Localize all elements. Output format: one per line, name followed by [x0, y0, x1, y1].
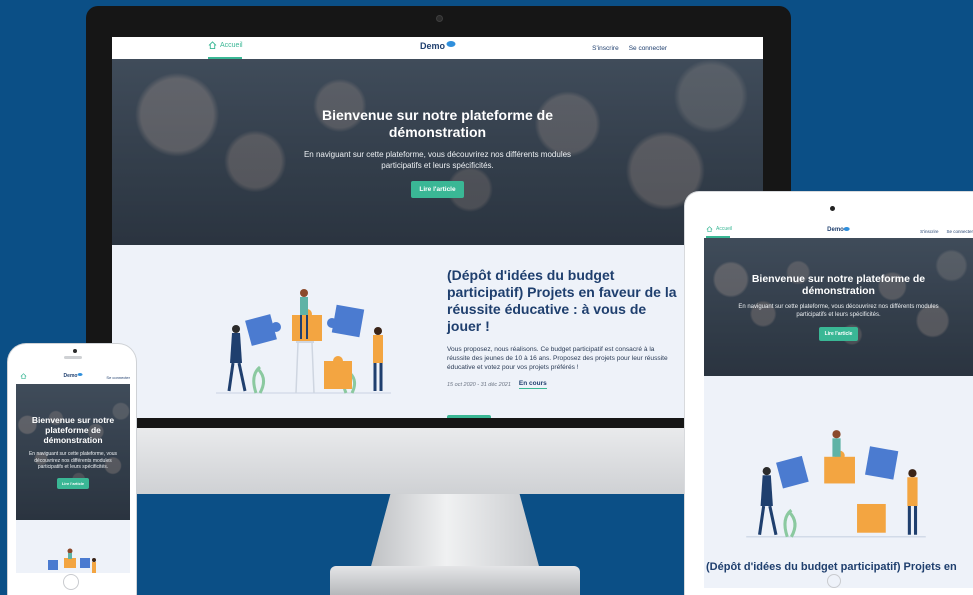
read-article-button[interactable]: Lire l'article — [411, 180, 464, 198]
project-description: Vous proposez, nous réalisons. Ce budget… — [447, 346, 668, 371]
site-logo[interactable]: Demo — [419, 41, 456, 51]
phone-device: Demo Se connecter Bienvenue sur notre pl… — [8, 344, 136, 595]
project-title[interactable]: (Dépôt d'idées du budget participatif) P… — [706, 561, 973, 573]
hero-title: Bienvenue sur notre plateforme de démons… — [321, 106, 554, 140]
tablet-device: Accueil Demo S'inscrire Se connecter Bie… — [685, 192, 973, 595]
login-link[interactable]: Se connecter — [629, 45, 667, 52]
read-article-button[interactable]: Lire l'article — [56, 477, 90, 489]
tablet-home-button[interactable] — [827, 574, 841, 588]
site-logo[interactable]: Demo — [64, 373, 83, 379]
phone-home-button[interactable] — [63, 574, 79, 590]
tablet-camera — [830, 206, 835, 211]
nav-home-link[interactable]: Accueil — [208, 41, 243, 49]
monitor-camera — [436, 15, 443, 22]
signup-link[interactable]: S'inscrire — [592, 45, 619, 52]
home-icon — [208, 41, 217, 49]
nav-auth-links: S'inscrire Se connecter — [920, 227, 973, 234]
hero-title: Bienvenue sur notre plateforme de démons… — [751, 273, 926, 297]
hero-subtitle: En naviguant sur cette plateforme, vous … — [738, 304, 939, 318]
logo-bubble-icon — [77, 373, 83, 376]
project-dates: 15 oct 2020 - 31 déc 2021 — [447, 381, 511, 388]
monitor-base — [330, 566, 580, 595]
project-title[interactable]: (Dépôt d'idées du budget participatif) P… — [447, 267, 677, 335]
project-section — [16, 520, 130, 573]
site-logo[interactable]: Demo — [827, 227, 850, 233]
phone-speaker — [64, 356, 82, 359]
phone-camera — [73, 349, 77, 353]
project-meta: 15 oct 2020 - 31 déc 2021 En cours — [447, 380, 677, 389]
puzzle-illustration — [746, 430, 926, 538]
status-badge: En cours — [518, 380, 547, 389]
hero-subtitle: En naviguant sur cette plateforme, vous … — [303, 149, 572, 170]
puzzle-illustration — [48, 548, 96, 573]
logo-text: Demo — [63, 373, 78, 379]
hero-banner: Bienvenue sur notre plateforme de démons… — [112, 59, 763, 245]
nav-home-label: Accueil — [220, 41, 243, 49]
signup-link[interactable]: S'inscrire — [920, 229, 938, 234]
logo-text: Demo — [419, 41, 446, 51]
project-action-button[interactable] — [447, 415, 491, 418]
nav-auth-links: S'inscrire Se connecter — [592, 45, 667, 52]
nav-auth-links: Se connecter — [106, 374, 130, 380]
project-section: (Dépôt d'idées du budget participatif) P… — [112, 245, 763, 418]
project-section: (Dépôt d'idées du budget participatif) P… — [704, 376, 973, 588]
navbar: Demo Se connecter — [16, 370, 130, 384]
nav-home-link[interactable] — [20, 373, 27, 379]
home-icon — [20, 373, 27, 379]
puzzle-illustration — [216, 289, 391, 394]
hero-banner: Bienvenue sur notre plateforme de démons… — [704, 238, 973, 376]
read-article-button[interactable]: Lire l'article — [818, 327, 859, 341]
hero-subtitle: En naviguant sur cette plateforme, vous … — [28, 451, 118, 471]
hero-banner: Bienvenue sur notre plateforme de démons… — [16, 384, 130, 520]
navbar: Accueil Demo S'inscrire Se connecter — [112, 37, 763, 59]
monitor-stand — [370, 494, 540, 570]
desktop-screen: Accueil Demo S'inscrire Se connecter Bie… — [112, 37, 763, 418]
login-link[interactable]: Se connecter — [946, 229, 973, 234]
logo-bubble-icon — [446, 41, 456, 47]
logo-bubble-icon — [843, 227, 850, 231]
logo-text: Demo — [827, 227, 844, 233]
login-link[interactable]: Se connecter — [106, 375, 130, 380]
hero-title: Bienvenue sur notre plateforme de démons… — [31, 415, 115, 446]
project-card: (Dépôt d'idées du budget participatif) P… — [447, 267, 677, 418]
tablet-screen: Accueil Demo S'inscrire Se connecter Bie… — [704, 222, 973, 588]
phone-screen: Demo Se connecter Bienvenue sur notre pl… — [16, 370, 130, 573]
